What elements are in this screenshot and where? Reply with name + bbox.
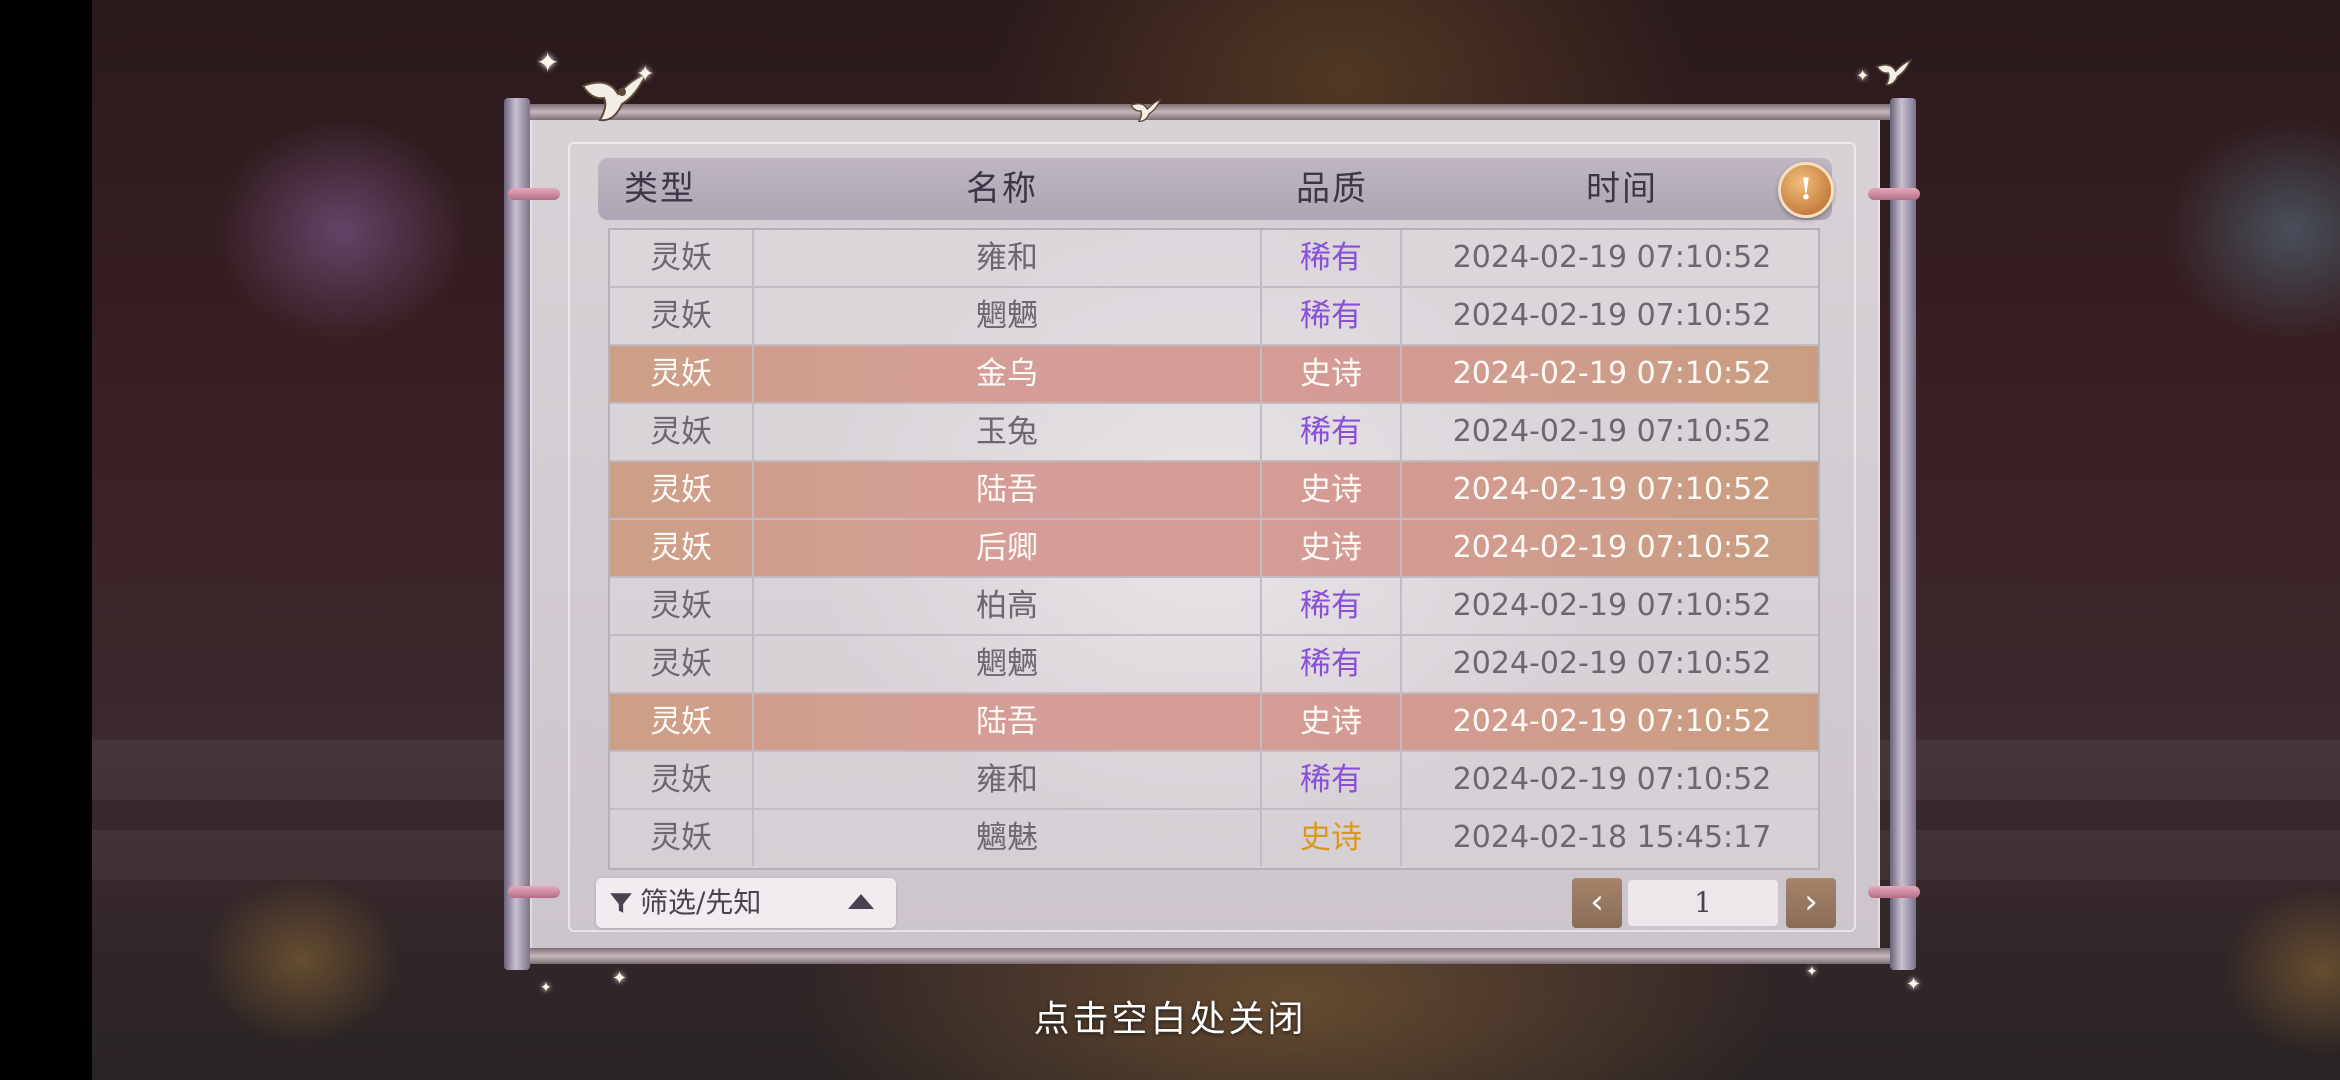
cell-time: 2024-02-19 07:10:52	[1452, 298, 1772, 333]
header-quality: 品质	[1296, 169, 1368, 209]
cell-time: 2024-02-19 07:10:52	[1452, 704, 1772, 739]
caret-up-icon	[848, 894, 874, 909]
cell-type: 灵妖	[610, 230, 754, 286]
filter-label: 筛选/先知	[640, 886, 762, 919]
header-time: 时间	[1586, 169, 1658, 209]
table-row: 灵妖 后卿 史诗 2024-02-19 07:10:52	[610, 520, 1818, 578]
table-header: 类型 名称 品质 时间	[598, 158, 1832, 220]
cell-quality: 稀有	[1262, 752, 1402, 808]
header-name: 名称	[966, 169, 1038, 209]
table-row: 灵妖 柏高 稀有 2024-02-19 07:10:52	[610, 578, 1818, 636]
cell-name: 魑魅	[754, 810, 1262, 866]
cell-type: 灵妖	[610, 578, 754, 634]
table-row: 灵妖 雍和 稀有 2024-02-19 07:10:52	[610, 752, 1818, 810]
cell-quality: 稀有	[1262, 404, 1402, 460]
table-row: 灵妖 雍和 稀有 2024-02-19 07:10:52	[610, 230, 1818, 288]
cell-type: 灵妖	[610, 810, 754, 866]
cell-quality: 史诗	[1262, 810, 1402, 866]
page-number: 1	[1628, 880, 1778, 926]
scroll-top-bar	[520, 104, 1890, 120]
cell-name: 雍和	[754, 230, 1262, 286]
cell-time: 2024-02-19 07:10:52	[1452, 472, 1772, 507]
cell-quality: 稀有	[1262, 288, 1402, 344]
cell-name: 金乌	[754, 346, 1262, 402]
cell-time: 2024-02-18 15:45:17	[1452, 820, 1772, 855]
table-row: 灵妖 陆吾 史诗 2024-02-19 07:10:52	[610, 694, 1818, 752]
swallow-icon	[1129, 98, 1162, 122]
cell-type: 灵妖	[610, 346, 754, 402]
prev-page-button[interactable]: ‹	[1572, 878, 1622, 928]
cell-type: 灵妖	[610, 462, 754, 518]
cell-time: 2024-02-19 07:10:52	[1452, 240, 1772, 275]
cell-time: 2024-02-19 07:10:52	[1452, 646, 1772, 681]
filter-dropdown[interactable]: 筛选/先知	[596, 878, 896, 928]
cell-name: 魍魉	[754, 636, 1262, 692]
sparkle-icon: ✦	[1806, 964, 1818, 980]
cell-name: 雍和	[754, 752, 1262, 808]
cell-type: 灵妖	[610, 636, 754, 692]
cell-time: 2024-02-19 07:10:52	[1452, 414, 1772, 449]
cell-quality: 史诗	[1262, 346, 1402, 402]
scroll-rod-left	[504, 98, 530, 970]
cell-quality: 史诗	[1262, 694, 1402, 750]
cell-quality: 稀有	[1262, 230, 1402, 286]
table-row: 灵妖 魍魉 稀有 2024-02-19 07:10:52	[610, 636, 1818, 694]
cell-name: 柏高	[754, 578, 1262, 634]
rod-knob	[1868, 188, 1920, 200]
rod-knob	[1868, 886, 1920, 898]
rod-knob	[508, 886, 560, 898]
cell-quality: 稀有	[1262, 636, 1402, 692]
scroll-rod-right	[1890, 98, 1916, 970]
info-icon[interactable]: !	[1778, 162, 1834, 218]
cell-time: 2024-02-19 07:10:52	[1452, 356, 1772, 391]
table-row: 灵妖 魍魉 稀有 2024-02-19 07:10:52	[610, 288, 1818, 346]
sparkle-icon: ✦	[1856, 66, 1870, 85]
table-row: 灵妖 陆吾 史诗 2024-02-19 07:10:52	[610, 462, 1818, 520]
sparkle-icon: ✦	[612, 968, 628, 989]
filter-icon	[610, 893, 632, 913]
cell-quality: 史诗	[1262, 520, 1402, 576]
cell-name: 魍魉	[754, 288, 1262, 344]
cell-name: 玉兔	[754, 404, 1262, 460]
cell-name: 陆吾	[754, 462, 1262, 518]
cell-type: 灵妖	[610, 520, 754, 576]
cell-time: 2024-02-19 07:10:52	[1452, 762, 1772, 797]
cell-name: 后卿	[754, 520, 1262, 576]
cell-quality: 史诗	[1262, 462, 1402, 518]
cell-time: 2024-02-19 07:10:52	[1452, 530, 1772, 565]
cell-type: 灵妖	[610, 288, 754, 344]
header-type: 类型	[624, 169, 696, 209]
sparkle-icon: ✦	[636, 62, 655, 87]
swallow-icon	[1875, 58, 1912, 86]
table-row: 灵妖 金乌 史诗 2024-02-19 07:10:52	[610, 346, 1818, 404]
rod-knob	[508, 188, 560, 200]
sparkle-icon: ✦	[536, 46, 560, 79]
cell-type: 灵妖	[610, 404, 754, 460]
table-row: 灵妖 魑魅 史诗 2024-02-18 15:45:17	[610, 810, 1818, 868]
scroll-bottom-bar	[520, 948, 1890, 964]
record-table: 灵妖 雍和 稀有 2024-02-19 07:10:52 灵妖 魍魉 稀有 20…	[608, 228, 1820, 870]
next-page-button[interactable]: ›	[1786, 878, 1836, 928]
cell-quality: 稀有	[1262, 578, 1402, 634]
cell-type: 灵妖	[610, 752, 754, 808]
cell-name: 陆吾	[754, 694, 1262, 750]
close-hint: 点击空白处关闭	[1033, 999, 1307, 1040]
cell-time: 2024-02-19 07:10:52	[1452, 588, 1772, 623]
cell-type: 灵妖	[610, 694, 754, 750]
table-row: 灵妖 玉兔 稀有 2024-02-19 07:10:52	[610, 404, 1818, 462]
